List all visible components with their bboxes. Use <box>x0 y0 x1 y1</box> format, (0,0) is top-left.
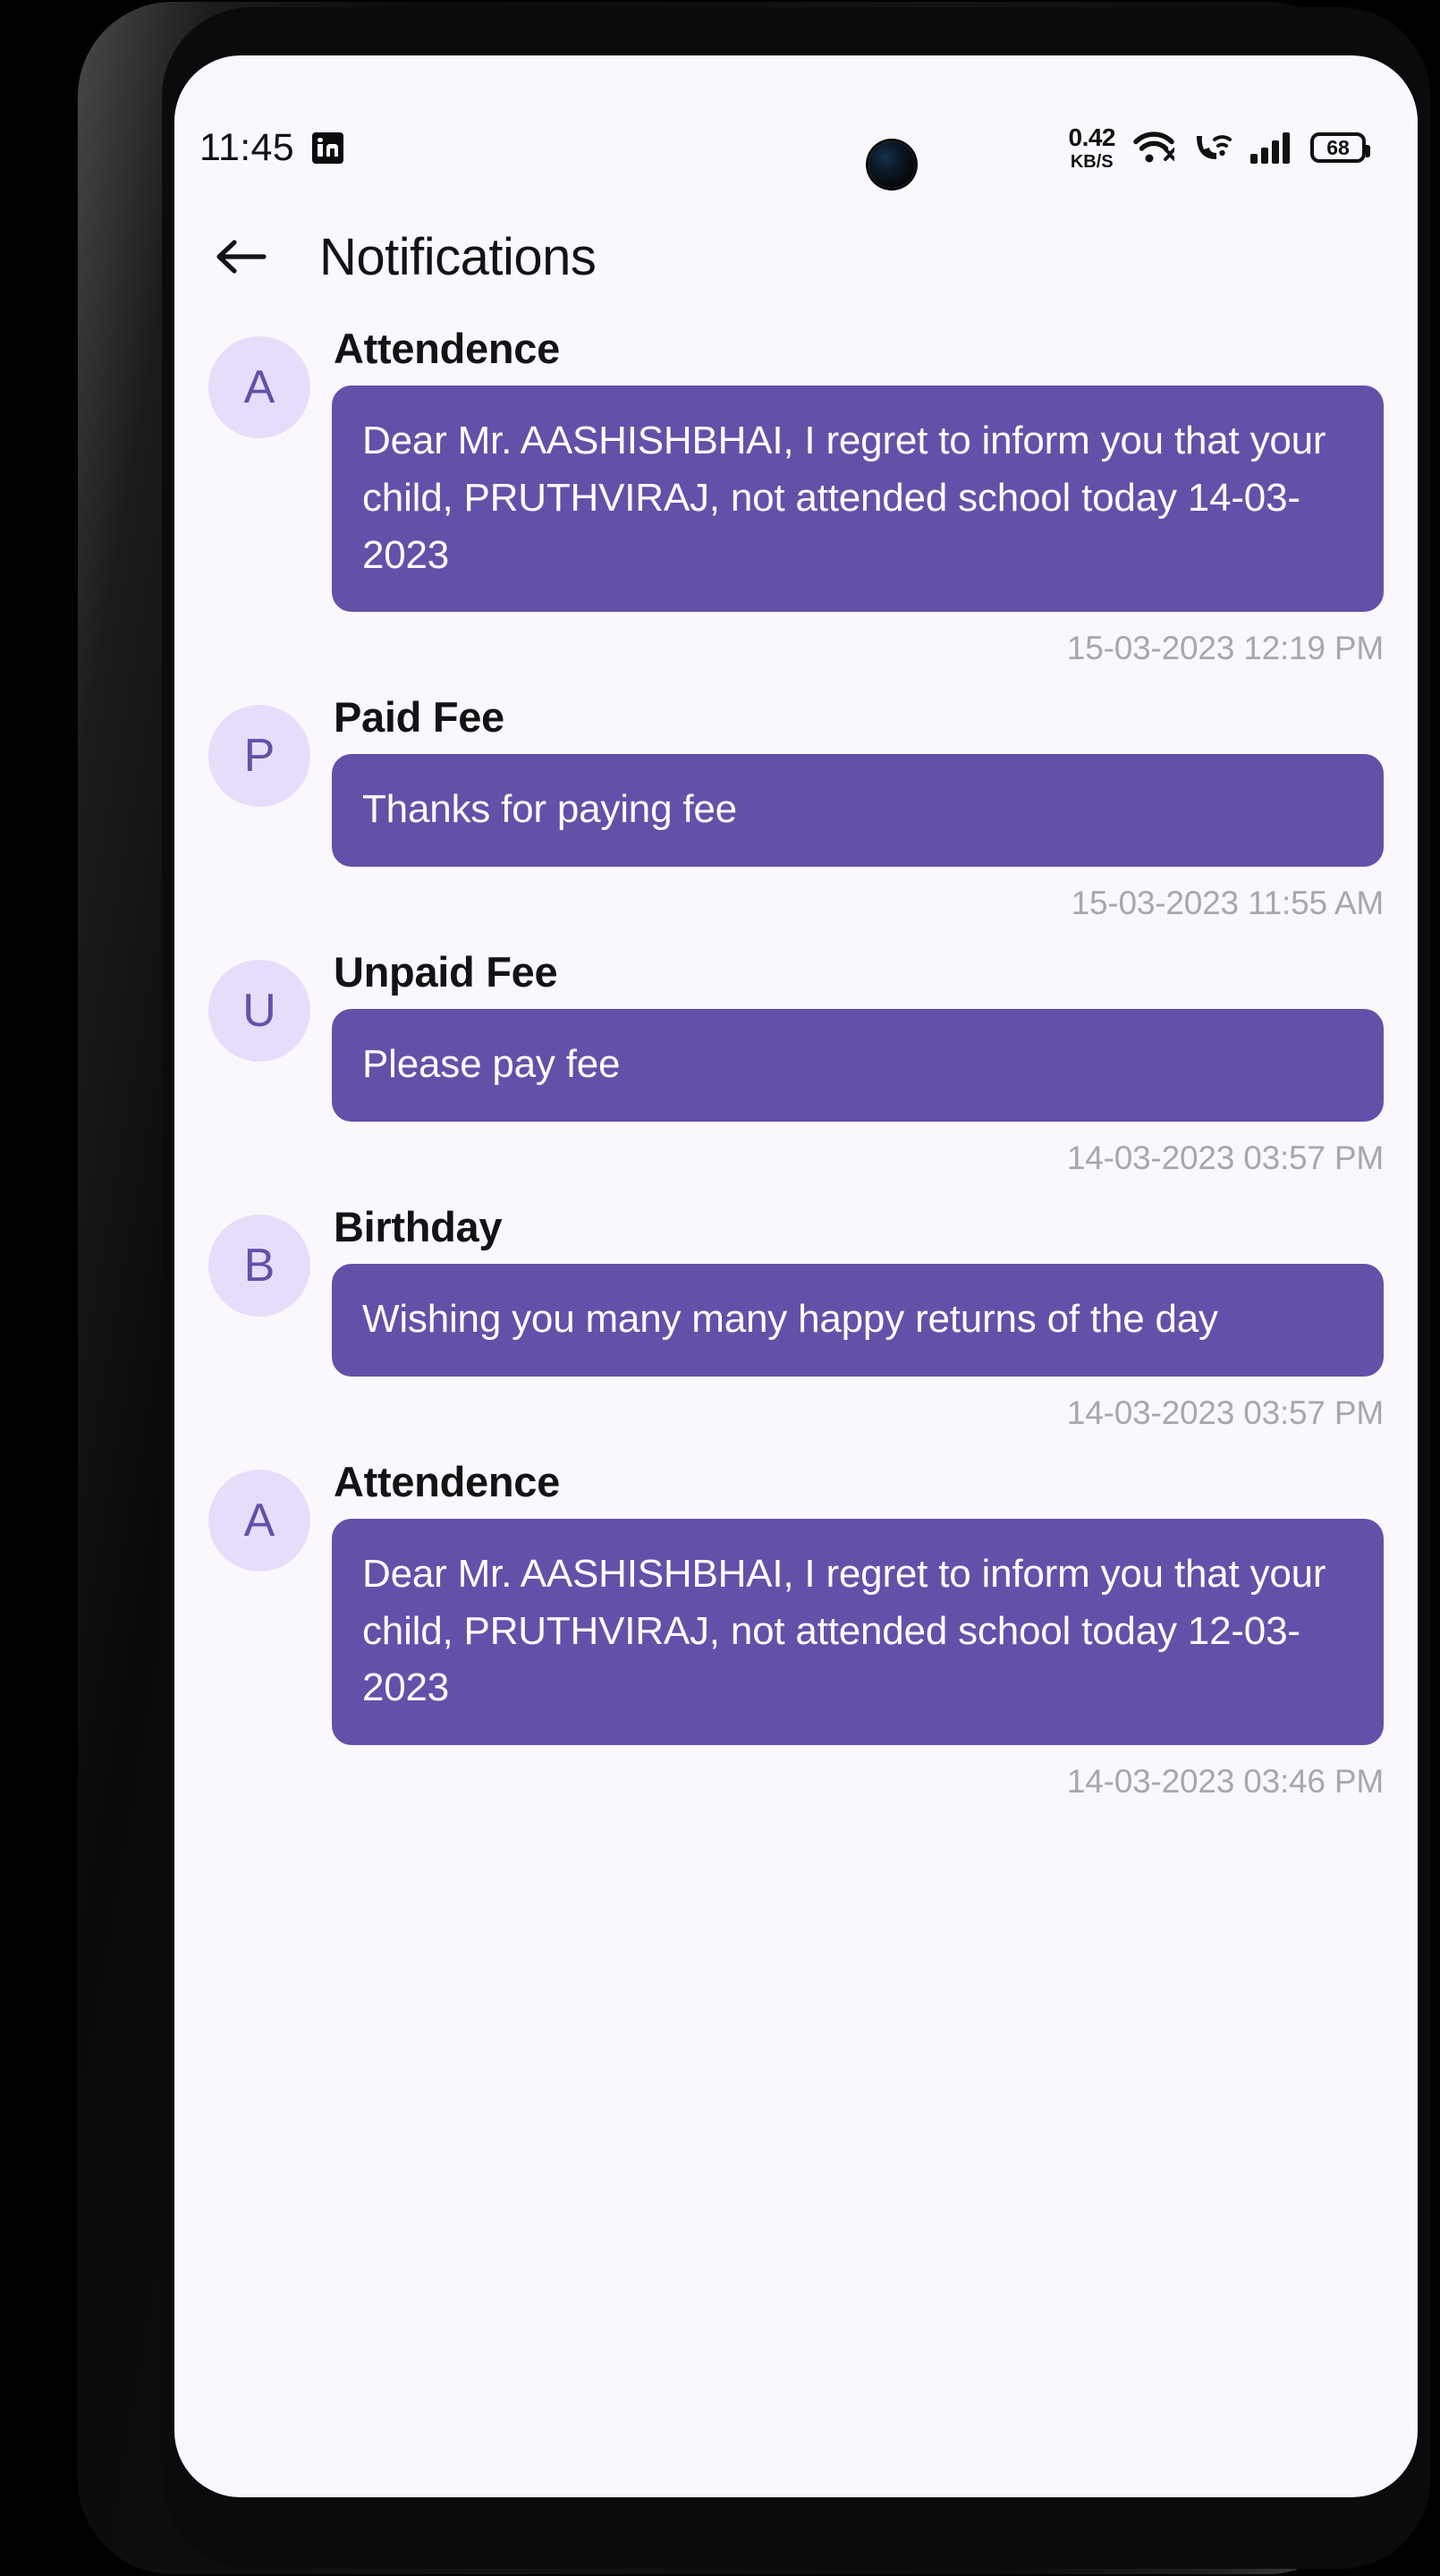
avatar: B <box>208 1214 310 1317</box>
notification-title: Birthday <box>334 1202 503 1250</box>
avatar-letter: U <box>242 985 276 1038</box>
notification-body: Attendence Dear Mr. AASHISHBHAI, I regre… <box>332 324 1384 667</box>
status-bar-clock: 11:45 <box>199 125 294 169</box>
phone-screen: 11:45 0.42 KB/S 68 Notifications A Atten… <box>174 55 1418 2497</box>
notification-title: Attendence <box>334 325 560 372</box>
notification-timestamp: 14-03-2023 03:57 PM <box>1066 1394 1384 1431</box>
phone-device-frame: 11:45 0.42 KB/S 68 Notifications A Atten… <box>76 0 1430 2576</box>
notification-timestamp: 15-03-2023 12:19 PM <box>1066 630 1384 667</box>
wifi-icon <box>1133 131 1174 164</box>
notification-body: Paid Fee Thanks for paying fee 15-03-202… <box>332 692 1384 922</box>
network-speed-unit: KB/S <box>1070 151 1114 172</box>
back-arrow-icon <box>216 240 267 274</box>
cellular-signal-icon <box>1249 131 1292 164</box>
avatar: U <box>208 960 310 1063</box>
avatar-letter: A <box>243 361 275 413</box>
notification-title: Unpaid Fee <box>334 948 558 996</box>
avatar: A <box>208 1469 310 1572</box>
back-button[interactable] <box>208 224 275 290</box>
battery-level-label: 68 <box>1326 135 1350 159</box>
avatar-letter: P <box>243 730 275 783</box>
status-bar-left: 11:45 <box>199 126 343 170</box>
front-camera-punch-hole <box>868 141 915 188</box>
notification-list[interactable]: A Attendence Dear Mr. AASHISHBHAI, I reg… <box>174 324 1418 2497</box>
avatar: A <box>208 336 310 438</box>
notification-title: Paid Fee <box>334 693 504 741</box>
wifi-calling-icon <box>1192 131 1232 164</box>
network-speed-indicator: 0.42 KB/S <box>1068 123 1116 172</box>
notification-title: Attendence <box>334 1457 560 1505</box>
battery-icon: 68 <box>1310 132 1370 163</box>
notification-item[interactable]: P Paid Fee Thanks for paying fee 15-03-2… <box>208 692 1384 922</box>
page-title: Notifications <box>319 227 597 286</box>
notification-item[interactable]: A Attendence Dear Mr. AASHISHBHAI, I reg… <box>208 324 1384 667</box>
notification-item[interactable]: A Attendence Dear Mr. AASHISHBHAI, I reg… <box>208 1457 1384 1801</box>
status-bar-right: 0.42 KB/S 68 <box>1068 123 1370 172</box>
notification-item[interactable]: U Unpaid Fee Please pay fee 14-03-2023 0… <box>208 947 1384 1177</box>
network-speed-value: 0.42 <box>1068 123 1116 151</box>
avatar-letter: A <box>243 1494 275 1546</box>
notification-message-bubble: Please pay fee <box>332 1009 1384 1122</box>
notification-timestamp: 14-03-2023 03:46 PM <box>1066 1763 1384 1801</box>
notification-message-bubble: Thanks for paying fee <box>332 754 1384 868</box>
app-header: Notifications <box>174 199 1418 315</box>
notification-item[interactable]: B Birthday Wishing you many many happy r… <box>208 1202 1384 1432</box>
notification-timestamp: 14-03-2023 03:57 PM <box>1066 1139 1384 1176</box>
status-bar: 11:45 0.42 KB/S 68 <box>174 111 1418 184</box>
avatar: P <box>208 705 310 808</box>
notification-body: Unpaid Fee Please pay fee 14-03-2023 03:… <box>332 947 1384 1177</box>
notification-message-bubble: Wishing you many many happy returns of t… <box>332 1263 1384 1377</box>
notification-timestamp: 15-03-2023 11:55 AM <box>1071 885 1385 922</box>
notification-message-bubble: Dear Mr. AASHISHBHAI, I regret to inform… <box>332 1518 1384 1746</box>
linkedin-icon <box>311 131 343 164</box>
notification-message-bubble: Dear Mr. AASHISHBHAI, I regret to inform… <box>332 386 1384 613</box>
notification-body: Birthday Wishing you many many happy ret… <box>332 1202 1384 1432</box>
avatar-letter: B <box>243 1239 275 1292</box>
notification-body: Attendence Dear Mr. AASHISHBHAI, I regre… <box>332 1457 1384 1801</box>
